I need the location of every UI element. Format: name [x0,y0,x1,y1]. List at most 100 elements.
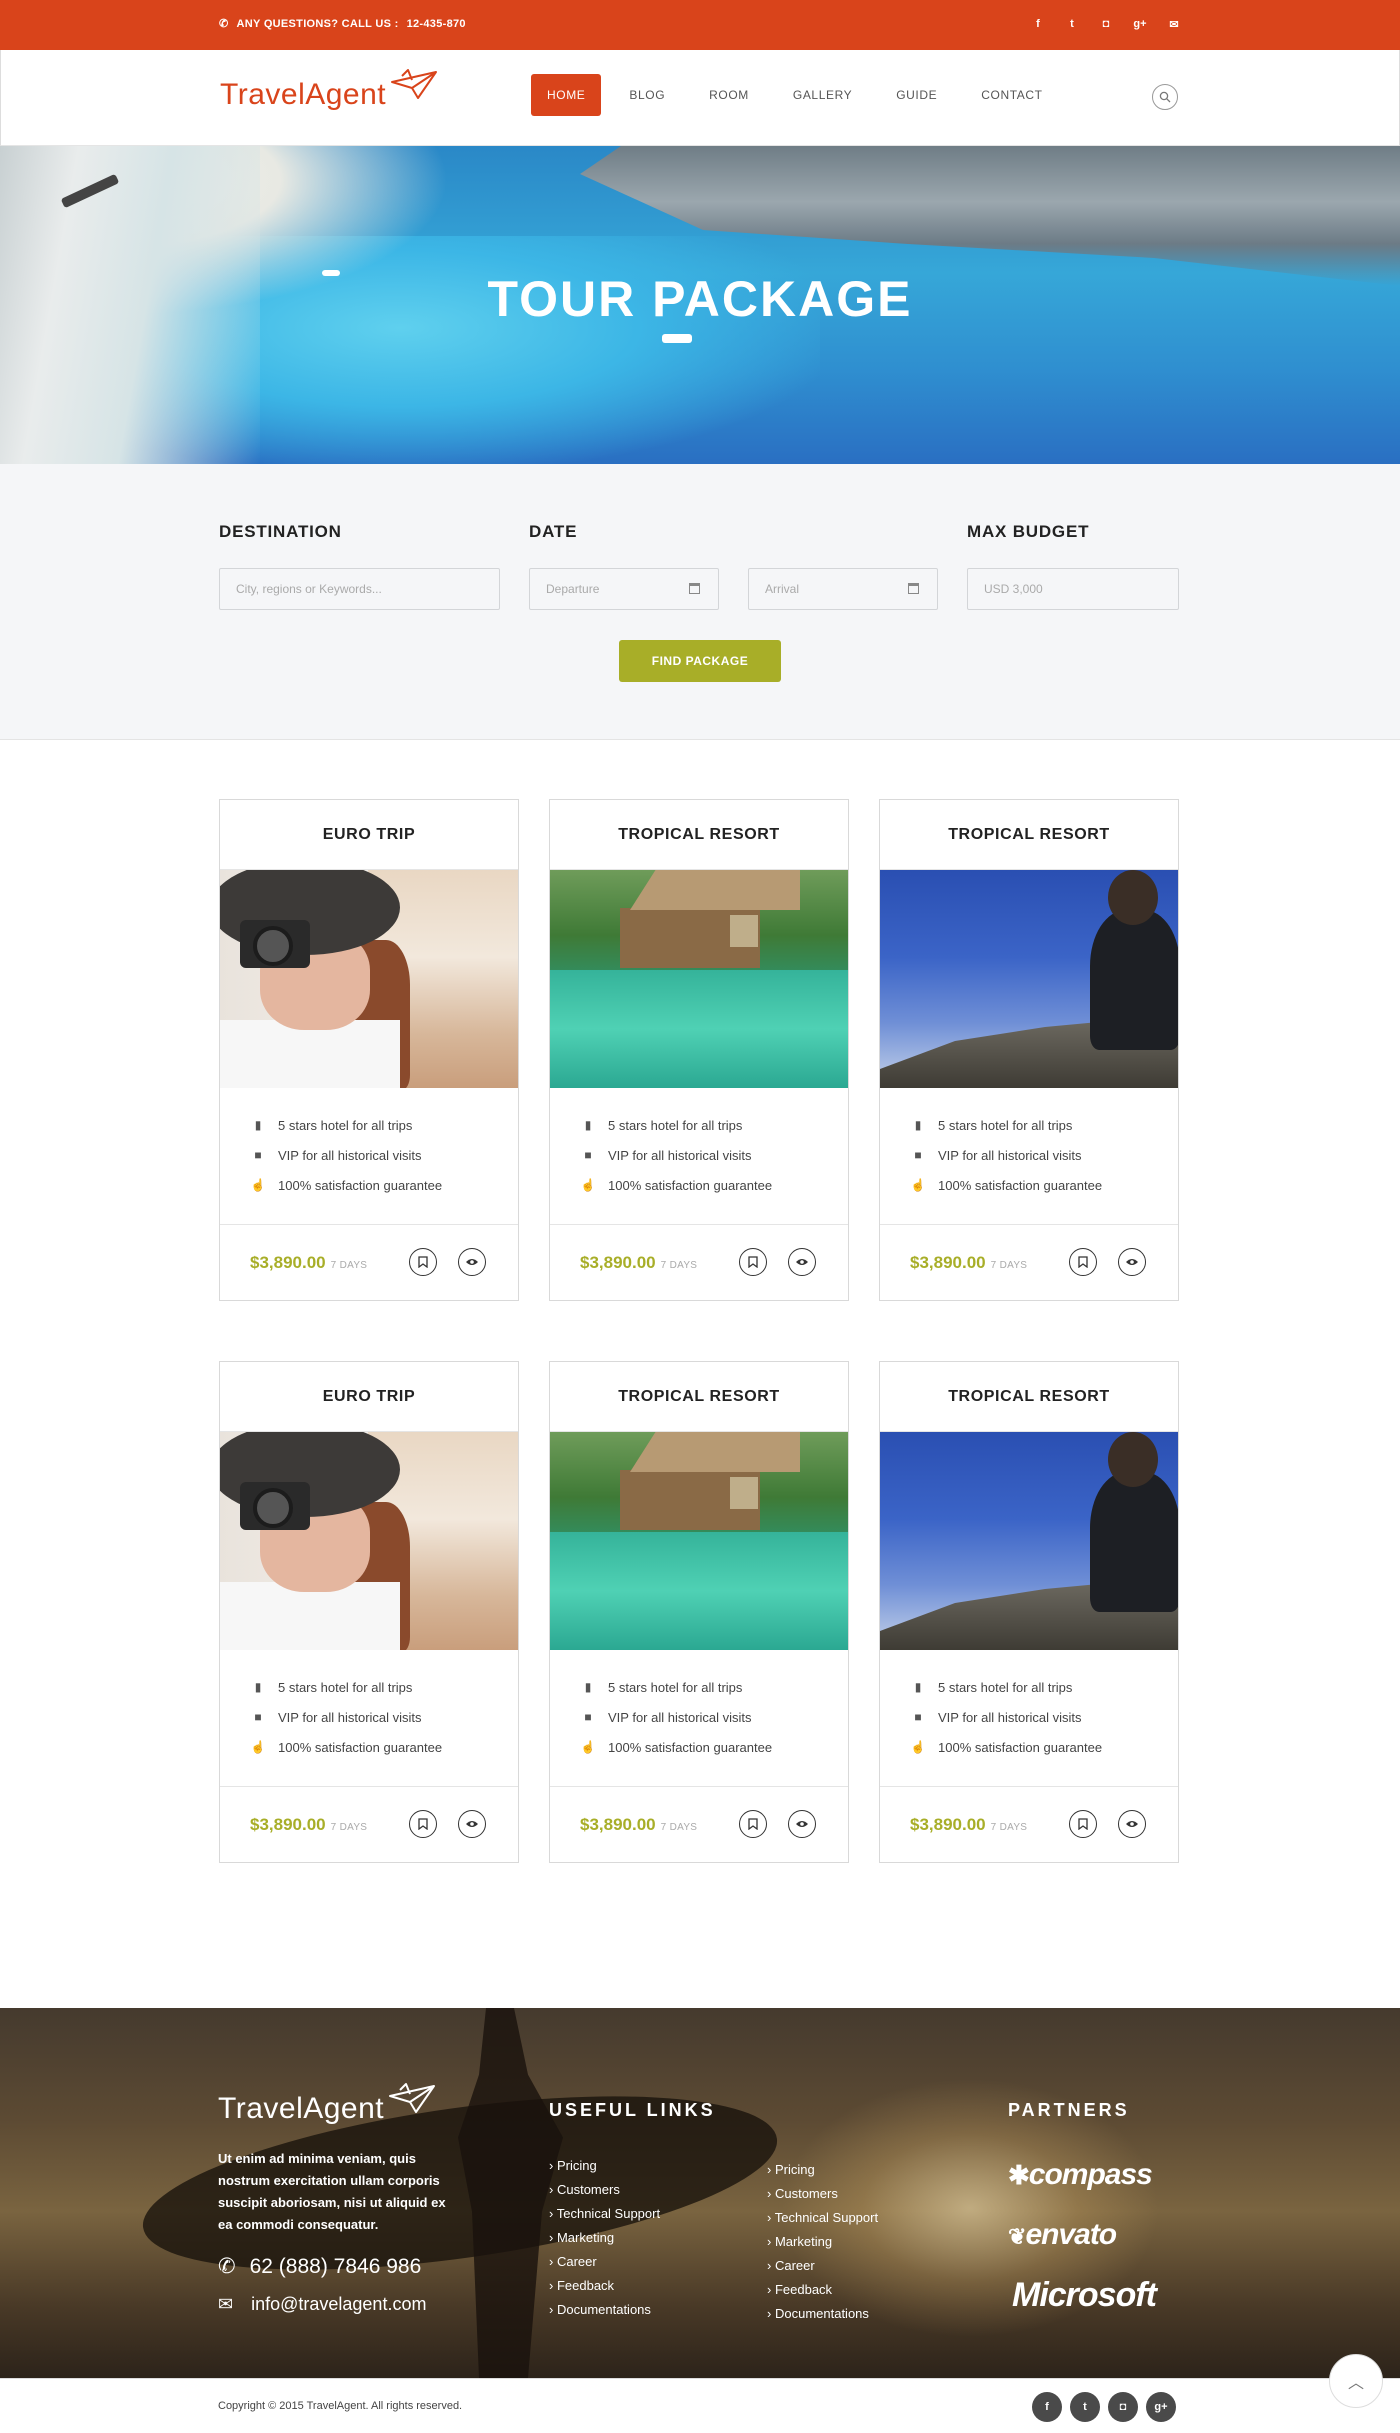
eye-icon [466,1821,478,1827]
feature-text: 5 stars hotel for all trips [608,1117,743,1133]
bookmark-icon [418,1818,428,1830]
package-card[interactable]: EURO TRIP ▮ 5 stars hotel for all trips ■ VI… [219,1361,519,1863]
footer-link[interactable]: › Documentations [767,2302,878,2326]
bookmark-button[interactable] [409,1810,437,1838]
page-title: TOUR PACKAGE [487,271,913,327]
google-plus-icon[interactable]: g+ [1146,2392,1176,2422]
video-camera-icon: ■ [914,1148,922,1162]
view-button[interactable] [458,1810,486,1838]
package-title[interactable]: TROPICAL RESORT [550,1362,848,1432]
bookmark-icon [418,1256,428,1268]
bookmark-button[interactable] [739,1248,767,1276]
search-button[interactable] [1152,84,1178,110]
site-logo[interactable]: TravelAgent [220,68,438,112]
boat [662,334,692,343]
facebook-icon[interactable]: f [1032,2392,1062,2422]
partner-compass-logo[interactable]: ✱compass [1008,2158,1153,2192]
footer-link[interactable]: › Customers [549,2178,660,2202]
partner-envato-logo[interactable]: ❦envato [1008,2218,1117,2252]
package-title[interactable]: TROPICAL RESORT [550,800,848,870]
package-card[interactable]: TROPICAL RESORT ▮ 5 stars hotel for all tr… [549,1361,849,1863]
feature-text: 100% satisfaction guarantee [938,1739,1103,1755]
feature-item: ▮ 5 stars hotel for all trips [880,1672,1178,1702]
destination-input[interactable]: City, regions or Keywords... [219,568,500,610]
footer-phone[interactable]: ✆ 62 (888) 7846 986 [218,2254,421,2279]
view-button[interactable] [1118,1248,1146,1276]
footer-link[interactable]: › Documentations [549,2298,660,2322]
footer-link[interactable]: › Marketing [767,2230,878,2254]
twitter-icon[interactable]: t [1065,14,1079,34]
package-title[interactable]: EURO TRIP [220,800,518,870]
package-card[interactable]: TROPICAL RESORT ▮ 5 stars hotel for all tr… [549,799,849,1301]
instagram-icon[interactable]: ◘ [1099,14,1113,34]
package-title[interactable]: TROPICAL RESORT [880,800,1178,870]
package-card[interactable]: TROPICAL RESORT ▮ 5 stars hotel for all tr… [879,799,1179,1301]
footer-link[interactable]: › Pricing [767,2158,878,2182]
arrival-date-input[interactable]: Arrival [748,568,938,610]
twitter-icon[interactable]: t [1070,2392,1100,2422]
view-button[interactable] [788,1810,816,1838]
envelope-icon: ✉ [218,2294,234,2314]
package-title[interactable]: TROPICAL RESORT [880,1362,1178,1432]
feature-item: ☝ 100% satisfaction guarantee [550,1732,848,1762]
find-package-button[interactable]: FIND PACKAGE [619,640,781,682]
footer-link[interactable]: › Feedback [549,2274,660,2298]
nav-item-room[interactable]: ROOM [693,74,765,116]
view-button[interactable] [1118,1810,1146,1838]
back-to-top-button[interactable]: ︿ [1329,2354,1383,2408]
view-button[interactable] [788,1248,816,1276]
google-plus-icon[interactable]: g+ [1133,14,1147,34]
departure-date-input[interactable]: Departure [529,568,719,610]
bookmark-button[interactable] [409,1248,437,1276]
nav-item-contact[interactable]: CONTACT [965,74,1058,116]
package-card[interactable]: EURO TRIP ▮ 5 stars hotel for all trips ■ VI… [219,799,519,1301]
footer-logo[interactable]: TravelAgent [218,2082,436,2126]
useful-links-title: USEFUL LINKS [549,2100,716,2120]
footer-link[interactable]: › Feedback [767,2278,878,2302]
package-image[interactable] [220,870,518,1088]
nav-item-blog[interactable]: BLOG [613,74,681,116]
nav-item-guide[interactable]: GUIDE [880,74,953,116]
footer-link[interactable]: › Technical Support [767,2206,878,2230]
footer-link[interactable]: › Career [549,2250,660,2274]
instagram-icon[interactable]: ◘ [1108,2392,1138,2422]
bookmark-button[interactable] [1069,1248,1097,1276]
package-title[interactable]: EURO TRIP [220,1362,518,1432]
package-image[interactable] [220,1432,518,1650]
thumbs-up-icon: ☝ [250,1178,266,1192]
bookmark-button[interactable] [1069,1810,1097,1838]
copyright-text: Copyright © 2015 TravelAgent. All rights… [218,2400,463,2412]
package-image[interactable] [880,1432,1178,1650]
partner-microsoft-logo[interactable]: Microsoft [1012,2276,1157,2315]
package-card[interactable]: TROPICAL RESORT ▮ 5 stars hotel for all tr… [879,1361,1179,1863]
package-features: ▮ 5 stars hotel for all trips ■ VIP for all… [880,1088,1178,1225]
bookmark-button[interactable] [739,1810,767,1838]
package-price: $3,890.00 7 DAYS [250,1815,367,1835]
hero-banner: TOUR PACKAGE [0,146,1400,464]
footer-email[interactable]: ✉ info@travelagent.com [218,2294,426,2315]
footer-link[interactable]: › Customers [767,2182,878,2206]
price-value: $3,890.00 [580,1253,656,1272]
footer-link[interactable]: › Marketing [549,2226,660,2250]
package-image[interactable] [550,1432,848,1650]
view-button[interactable] [458,1248,486,1276]
footer-link[interactable]: › Pricing [549,2154,660,2178]
package-footer: $3,890.00 7 DAYS [220,1787,518,1862]
footer-link[interactable]: › Technical Support [549,2202,660,2226]
package-image[interactable] [550,870,848,1088]
nav-item-gallery[interactable]: GALLERY [777,74,868,116]
mail-icon[interactable]: ✉ [1167,14,1181,34]
chevron-right-icon: › [549,2206,554,2221]
feature-text: 100% satisfaction guarantee [608,1177,773,1193]
chevron-right-icon: › [767,2162,772,2177]
feature-item: ■ VIP for all historical visits [220,1702,518,1732]
budget-input[interactable]: USD 3,000 [967,568,1179,610]
nav-item-home[interactable]: HOME [531,74,602,116]
package-image[interactable] [880,870,1178,1088]
footer-link[interactable]: › Career [767,2254,878,2278]
top-social-links: f t ◘ g+ ✉ [1031,14,1181,34]
phone-number[interactable]: 12-435-870 [407,18,466,30]
feature-text: VIP for all historical visits [608,1709,752,1725]
facebook-icon[interactable]: f [1031,14,1045,34]
thumbs-up-icon: ☝ [580,1740,596,1754]
